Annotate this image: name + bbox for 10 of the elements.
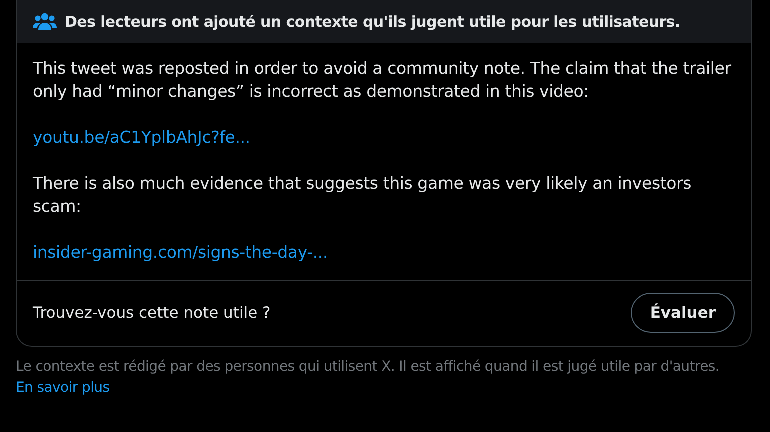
note-link[interactable]: insider-gaming.com/signs-the-day-... — [33, 243, 328, 262]
note-text: This tweet was reposted in order to avoid a community note. The claim that the trailer only had “minor changes” is incorrect as demonstrated in this video: — [33, 58, 732, 103]
rate-button[interactable]: Évaluer — [631, 293, 735, 333]
note-heading: Des lecteurs ont ajouté un contexte qu'ils jugent utile pour les utilisateurs. — [65, 12, 680, 30]
people-icon — [33, 12, 57, 32]
helpful-question: Trouvez-vous cette note utile ? — [33, 304, 271, 322]
learn-more-link[interactable]: En savoir plus — [16, 380, 110, 396]
note-text: There is also much evidence that suggests this game was very likely an investors scam: — [33, 173, 692, 218]
note-link[interactable]: youtu.be/aC1YplbAhJc?fe... — [33, 128, 250, 147]
disclaimer-text: Le contexte est rédigé par des personnes qui utilisent X. Il est affiché quand il est jugé utile par d'autres. En savoir plus — [16, 358, 721, 398]
